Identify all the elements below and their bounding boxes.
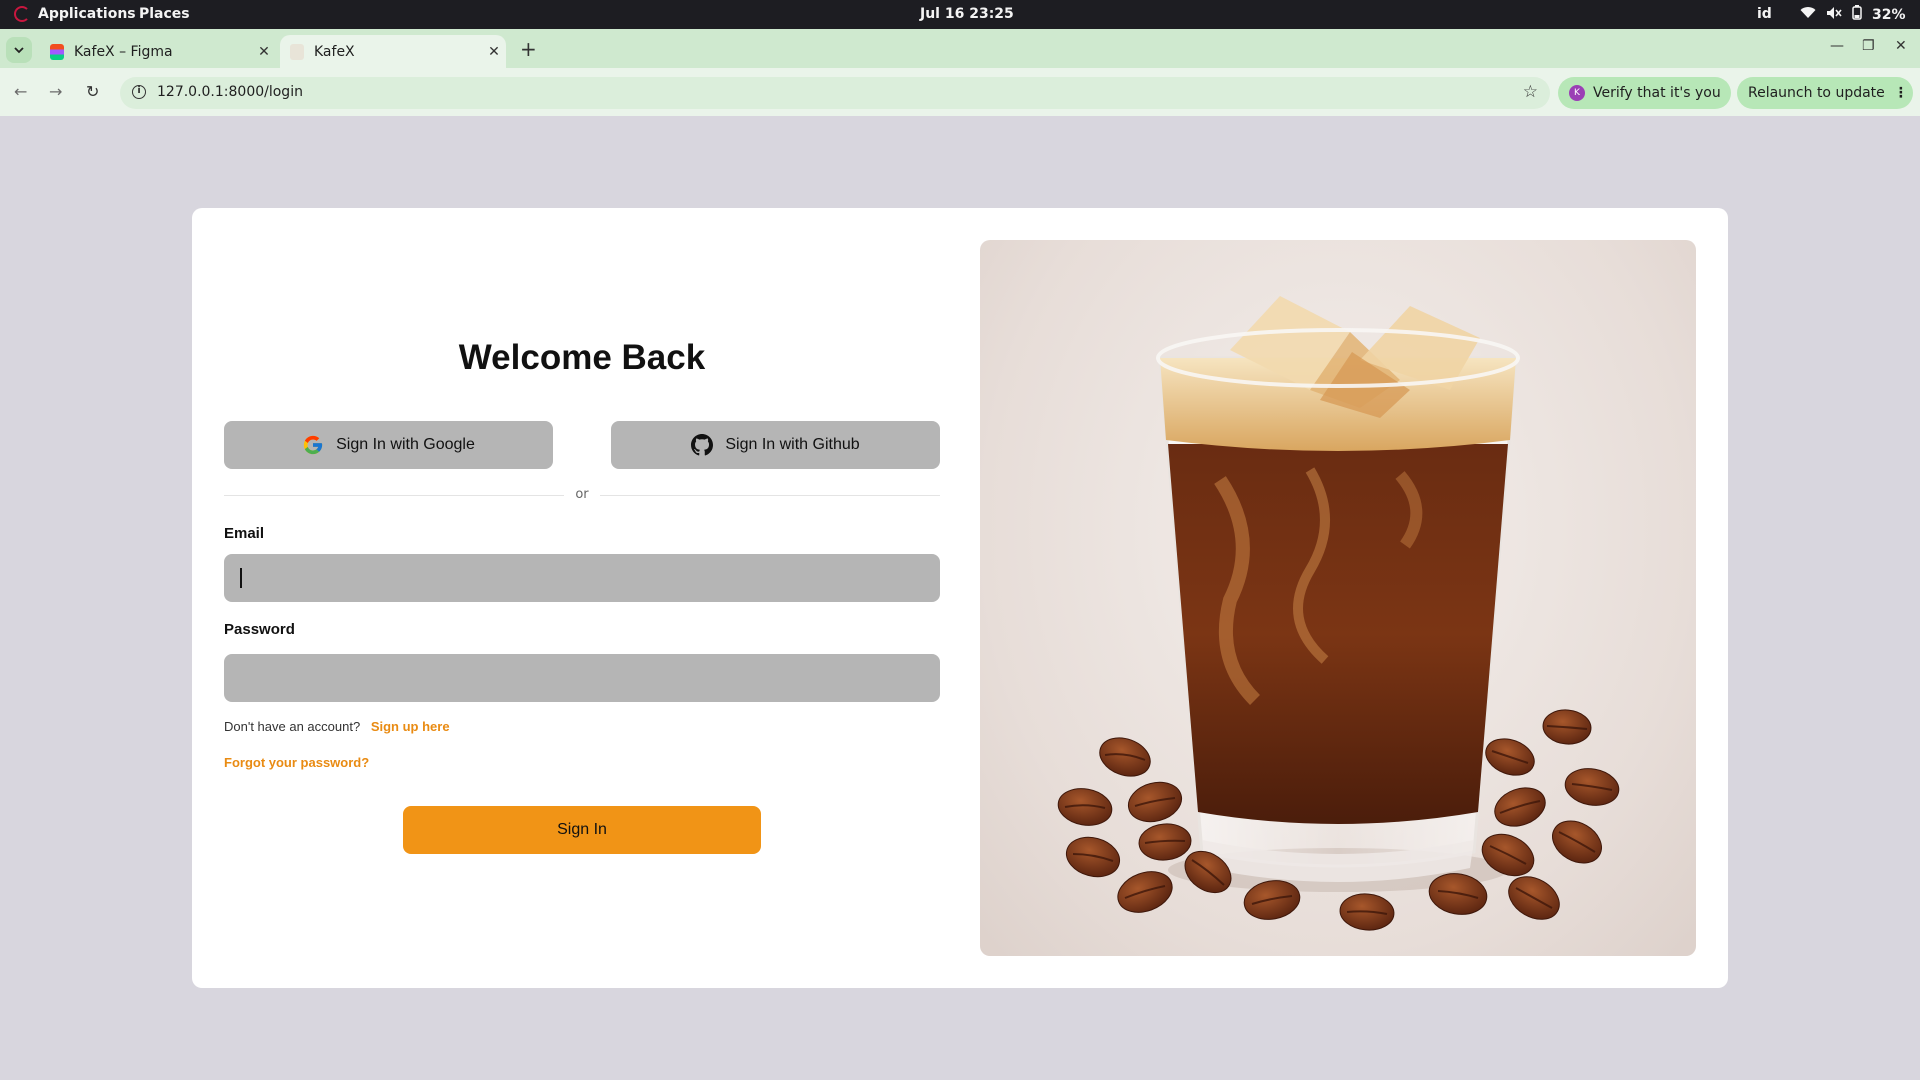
battery-icon: [1852, 5, 1862, 24]
text-caret: [240, 568, 242, 588]
profile-avatar-icon: K: [1569, 85, 1585, 101]
password-label: Password: [224, 621, 295, 638]
close-tab-icon[interactable]: ✕: [252, 44, 276, 60]
page-title: Welcome Back: [458, 338, 706, 377]
address-bar[interactable]: i 127.0.0.1:8000/login ☆: [120, 77, 1550, 109]
close-window-icon[interactable]: ✕: [1895, 38, 1907, 54]
browser-tab-strip: KafeX – Figma ✕ KafeX ✕: [0, 29, 1920, 68]
tab-search-button[interactable]: [6, 37, 32, 63]
reload-icon[interactable]: ↻: [86, 82, 99, 101]
chevron-down-icon: [14, 46, 24, 53]
debian-logo-icon[interactable]: [14, 6, 30, 22]
verify-label: Verify that it's you: [1593, 85, 1721, 101]
wifi-icon: [1800, 6, 1816, 23]
relaunch-label: Relaunch to update: [1748, 85, 1885, 101]
forgot-password-link[interactable]: Forgot your password?: [224, 755, 369, 770]
system-top-bar: Applications Places Jul 16 23:25 id 32%: [0, 0, 1920, 29]
email-label: Email: [224, 525, 265, 542]
clock[interactable]: Jul 16 23:25: [920, 6, 1014, 22]
password-field[interactable]: [224, 654, 940, 702]
signup-prompt: Don't have an account? Sign up here: [224, 719, 450, 734]
url-text[interactable]: 127.0.0.1:8000/login: [157, 84, 303, 100]
tab-kafex[interactable]: KafeX ✕: [280, 35, 506, 68]
system-tray[interactable]: 32%: [1800, 5, 1906, 24]
minimize-icon[interactable]: —: [1830, 38, 1844, 54]
github-icon: [691, 434, 714, 456]
battery-percentage: 32%: [1872, 6, 1906, 23]
more-vertical-icon[interactable]: ⋮: [1894, 85, 1908, 101]
back-arrow-icon[interactable]: ←: [14, 82, 27, 101]
email-field[interactable]: [224, 554, 940, 602]
relaunch-to-update-button[interactable]: Relaunch to update ⋮: [1737, 77, 1913, 109]
restore-window-icon[interactable]: ❐: [1862, 38, 1875, 54]
new-tab-plus-icon[interactable]: +: [520, 37, 537, 61]
forward-arrow-icon[interactable]: →: [49, 82, 62, 101]
verify-identity-button[interactable]: K Verify that it's you: [1558, 77, 1731, 109]
github-sign-in-button[interactable]: Sign In with Github: [611, 421, 940, 469]
volume-muted-icon: [1826, 6, 1842, 24]
iced-coffee-image: [980, 240, 1696, 956]
tab-title: KafeX – Figma: [74, 43, 173, 60]
figma-icon: [50, 43, 64, 60]
bookmark-star-icon[interactable]: ☆: [1523, 82, 1538, 102]
github-button-label: Sign In with Github: [725, 436, 860, 453]
tab-title: KafeX: [314, 43, 355, 60]
divider-text: or: [575, 487, 589, 502]
applications-menu[interactable]: Applications: [38, 6, 136, 22]
close-tab-icon[interactable]: ✕: [482, 44, 506, 60]
kafex-favicon: [290, 43, 304, 60]
sign-up-link[interactable]: Sign up here: [371, 719, 450, 734]
google-button-label: Sign In with Google: [336, 436, 475, 453]
or-divider: or: [224, 487, 940, 502]
google-icon: [303, 435, 323, 455]
places-menu[interactable]: Places: [139, 6, 190, 22]
sign-in-label: Sign In: [557, 821, 607, 838]
tab-kafex-figma[interactable]: KafeX – Figma ✕: [40, 35, 276, 68]
iced-coffee-illustration: [1057, 296, 1620, 931]
no-account-text: Don't have an account?: [224, 719, 361, 734]
google-sign-in-button[interactable]: Sign In with Google: [224, 421, 553, 469]
keyboard-language-indicator[interactable]: id: [1757, 6, 1772, 22]
sign-in-button[interactable]: Sign In: [403, 806, 761, 854]
site-info-icon[interactable]: i: [132, 85, 146, 99]
